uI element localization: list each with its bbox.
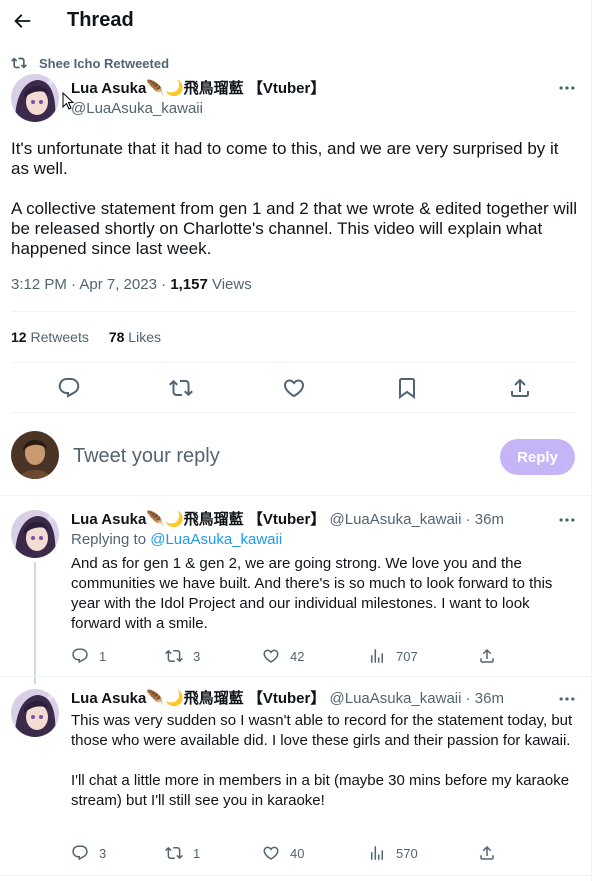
reply-action[interactable]: 1 [71, 647, 106, 665]
likes-count: 78 [108, 329, 125, 345]
retweets-label: Retweets [30, 329, 89, 345]
tweet-author: Lua Asuka🪶🌙飛鳥瑠藍 【Vtuber】 @LuaAsuka_kawai… [71, 79, 325, 119]
avatar-image [11, 689, 59, 737]
avatar-image [11, 74, 59, 122]
retweet-context[interactable]: Shee Icho Retweeted [11, 55, 169, 71]
retweets-stat[interactable]: 12 Retweets [11, 329, 89, 345]
views-count: 1,157 [170, 276, 208, 293]
like-action[interactable]: 42 [262, 647, 304, 665]
likes-label: Likes [128, 329, 161, 345]
more-icon[interactable] [557, 510, 577, 530]
like-icon [263, 846, 279, 860]
views-count: 707 [396, 648, 418, 664]
views-action[interactable]: 707 [368, 647, 418, 665]
reply-count: 1 [99, 648, 107, 664]
retweet-icon [165, 649, 183, 663]
header: Thread [0, 0, 592, 42]
author-name[interactable]: Lua Asuka🪶🌙飛鳥瑠藍 【Vtuber】 [71, 690, 325, 707]
tweet-stats: 12 Retweets 78 Likes [11, 329, 161, 345]
reply-action-bar: 3 1 40 570 [71, 844, 501, 864]
mouse-cursor-icon [62, 92, 74, 110]
share-icon[interactable] [478, 647, 496, 665]
views-icon [371, 846, 383, 860]
page-title: Thread [67, 9, 134, 31]
reply-text: This was very sudden so I wasn't able to… [71, 712, 573, 809]
retweet-icon[interactable] [169, 376, 193, 400]
reply-action-bar: 1 3 42 707 [71, 647, 501, 667]
author-handle[interactable]: @LuaAsuka_kawaii [330, 690, 462, 707]
views-icon [371, 649, 383, 663]
reply-icon [72, 845, 88, 861]
retweet-count: 1 [193, 845, 201, 861]
retweet-action[interactable]: 1 [165, 844, 200, 862]
share-icon[interactable] [508, 376, 532, 400]
views-count: 570 [396, 845, 418, 861]
current-user-avatar[interactable] [11, 431, 59, 479]
thread-page: Thread Shee Icho Retweeted Lua Asuka🪶🌙飛鳥… [0, 0, 592, 881]
retweet-count: 3 [193, 648, 201, 664]
reply-icon [72, 648, 88, 664]
like-icon[interactable] [282, 376, 306, 400]
author-name[interactable]: Lua Asuka🪶🌙飛鳥瑠藍 【Vtuber】 [71, 79, 325, 99]
views-label: Views [207, 276, 252, 293]
current-user-avatar-image [11, 431, 59, 479]
reply-tweet[interactable]: Lua Asuka🪶🌙飛鳥瑠藍 【Vtuber】 @LuaAsuka_kawai… [0, 510, 592, 680]
replying-to: Replying to @LuaAsuka_kawaii [71, 531, 282, 548]
reply-header: Lua Asuka🪶🌙飛鳥瑠藍 【Vtuber】 @LuaAsuka_kawai… [71, 689, 504, 709]
divider [0, 875, 592, 876]
reply-button[interactable]: Reply [500, 439, 575, 475]
likes-stat[interactable]: 78 Likes [109, 329, 161, 345]
divider [0, 676, 592, 677]
reply-tweet[interactable]: Lua Asuka🪶🌙飛鳥瑠藍 【Vtuber】 @LuaAsuka_kawai… [0, 689, 592, 869]
tweet-meta: 3:12 PM · Apr 7, 2023 · 1,157 Views [11, 276, 252, 293]
reply-count: 3 [99, 845, 107, 861]
like-icon [263, 649, 279, 663]
divider [11, 311, 576, 312]
divider [0, 495, 592, 496]
more-icon[interactable] [557, 78, 577, 98]
bookmark-icon[interactable] [395, 376, 419, 400]
author-name[interactable]: Lua Asuka🪶🌙飛鳥瑠藍 【Vtuber】 [71, 511, 325, 528]
avatar[interactable] [11, 510, 59, 558]
reply-text: And as for gen 1 & gen 2, we are going s… [71, 555, 557, 632]
author-handle[interactable]: @LuaAsuka_kawaii [71, 99, 325, 119]
retweet-icon [165, 846, 183, 860]
like-action[interactable]: 40 [262, 844, 304, 862]
back-arrow-icon[interactable] [11, 10, 33, 32]
divider [11, 412, 576, 413]
retweet-action[interactable]: 3 [165, 647, 200, 665]
tweet-time[interactable]: 3:12 PM · Apr 7, 2023 · [11, 276, 170, 293]
avatar[interactable] [11, 689, 59, 737]
reply-header: Lua Asuka🪶🌙飛鳥瑠藍 【Vtuber】 @LuaAsuka_kawai… [71, 510, 504, 530]
retweet-icon [11, 57, 27, 69]
reply-input[interactable]: Tweet your reply [73, 445, 220, 468]
tweet-text: It's unfortunate that it had to come to … [11, 139, 578, 258]
like-count: 42 [290, 648, 305, 664]
reply-composer: Tweet your reply Reply [0, 424, 592, 494]
replying-prefix: Replying to [71, 531, 151, 548]
divider [11, 362, 576, 363]
reply-action[interactable]: 3 [71, 844, 106, 862]
replying-to-mention[interactable]: @LuaAsuka_kawaii [150, 531, 282, 548]
like-count: 40 [290, 845, 305, 861]
tweet-action-bar [11, 376, 576, 400]
reply-icon[interactable] [57, 376, 81, 400]
reply-age[interactable]: · 36m [466, 511, 504, 528]
views-action[interactable]: 570 [368, 844, 418, 862]
retweet-context-label: Shee Icho Retweeted [39, 55, 170, 71]
share-icon[interactable] [478, 844, 496, 862]
avatar[interactable] [11, 74, 59, 122]
author-handle[interactable]: @LuaAsuka_kawaii [330, 511, 462, 528]
reply-age[interactable]: · 36m [466, 690, 504, 707]
more-icon[interactable] [557, 689, 577, 709]
retweets-count: 12 [11, 329, 27, 345]
avatar-image [11, 510, 59, 558]
